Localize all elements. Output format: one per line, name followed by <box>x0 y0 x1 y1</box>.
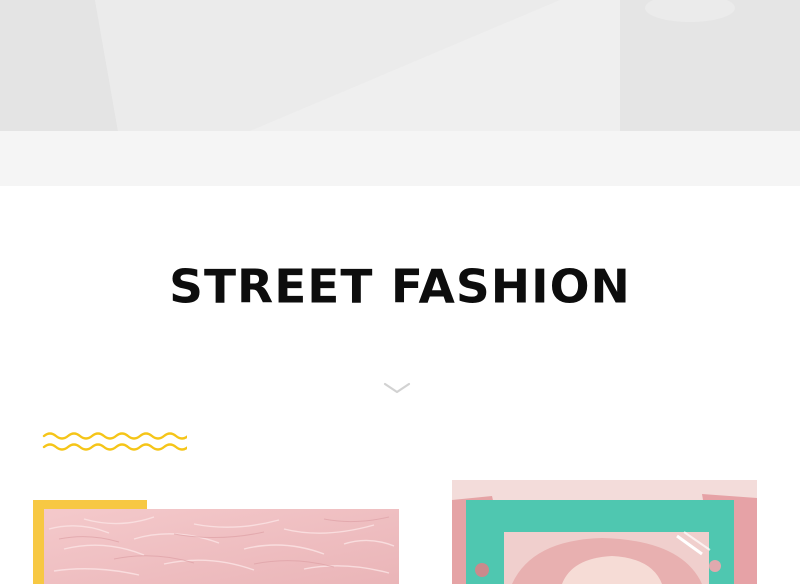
page: STREET FASHION <box>0 0 800 584</box>
fashion-photo-portrait <box>452 480 757 584</box>
chevron-down-icon[interactable] <box>382 378 412 398</box>
feature-card-right[interactable] <box>452 480 757 584</box>
fashion-photo-feathers[interactable] <box>44 509 399 584</box>
hero-banner <box>0 0 800 186</box>
hero-image <box>0 0 800 131</box>
hero-background-shapes <box>0 0 800 131</box>
section-title: STREET FASHION <box>169 260 631 315</box>
wavy-lines-icon <box>42 432 187 451</box>
feature-card-left[interactable] <box>33 500 403 584</box>
feather-texture <box>44 509 399 584</box>
